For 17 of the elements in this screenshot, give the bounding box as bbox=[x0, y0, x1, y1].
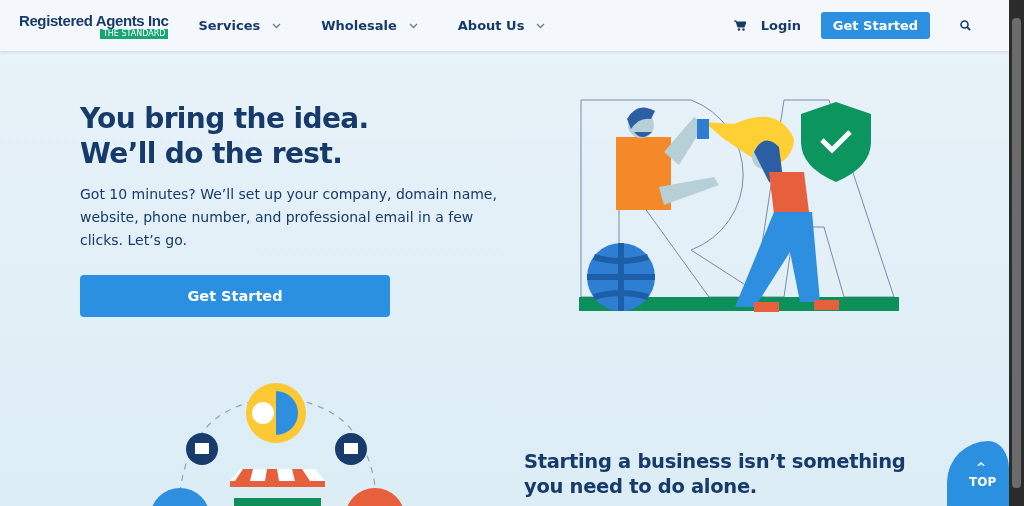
login-link[interactable]: Login bbox=[760, 18, 801, 33]
nav-menu-item[interactable]: Services bbox=[198, 18, 282, 33]
hero-text: Got 10 minutes? We’ll set up your company, domain name, website, phone number, and professional email in a few clicks. Let’s go. bbox=[80, 185, 498, 250]
headline: You bring the idea. bbox=[80, 101, 370, 136]
nav-menu-item[interactable]: Wholesale bbox=[321, 18, 418, 33]
chevron-down-icon bbox=[536, 22, 546, 29]
cart-icon[interactable] bbox=[733, 20, 746, 31]
nav-menu-item[interactable]: About Us bbox=[457, 18, 546, 33]
chevron-down-icon bbox=[408, 22, 418, 29]
section-heading: Starting a business isn’t something you need to do alone. bbox=[524, 449, 907, 500]
chevron-down-icon bbox=[272, 22, 282, 29]
logo-tagline: THE STANDARD bbox=[99, 29, 169, 39]
logo[interactable]: Registered Agents Inc THE STANDARD bbox=[19, 12, 169, 39]
search-icon[interactable] bbox=[960, 20, 971, 31]
scrollbar[interactable] bbox=[1009, 0, 1024, 506]
logo-text: Registered Agents Inc bbox=[19, 12, 169, 29]
headline: We’ll do the rest. bbox=[80, 136, 344, 171]
